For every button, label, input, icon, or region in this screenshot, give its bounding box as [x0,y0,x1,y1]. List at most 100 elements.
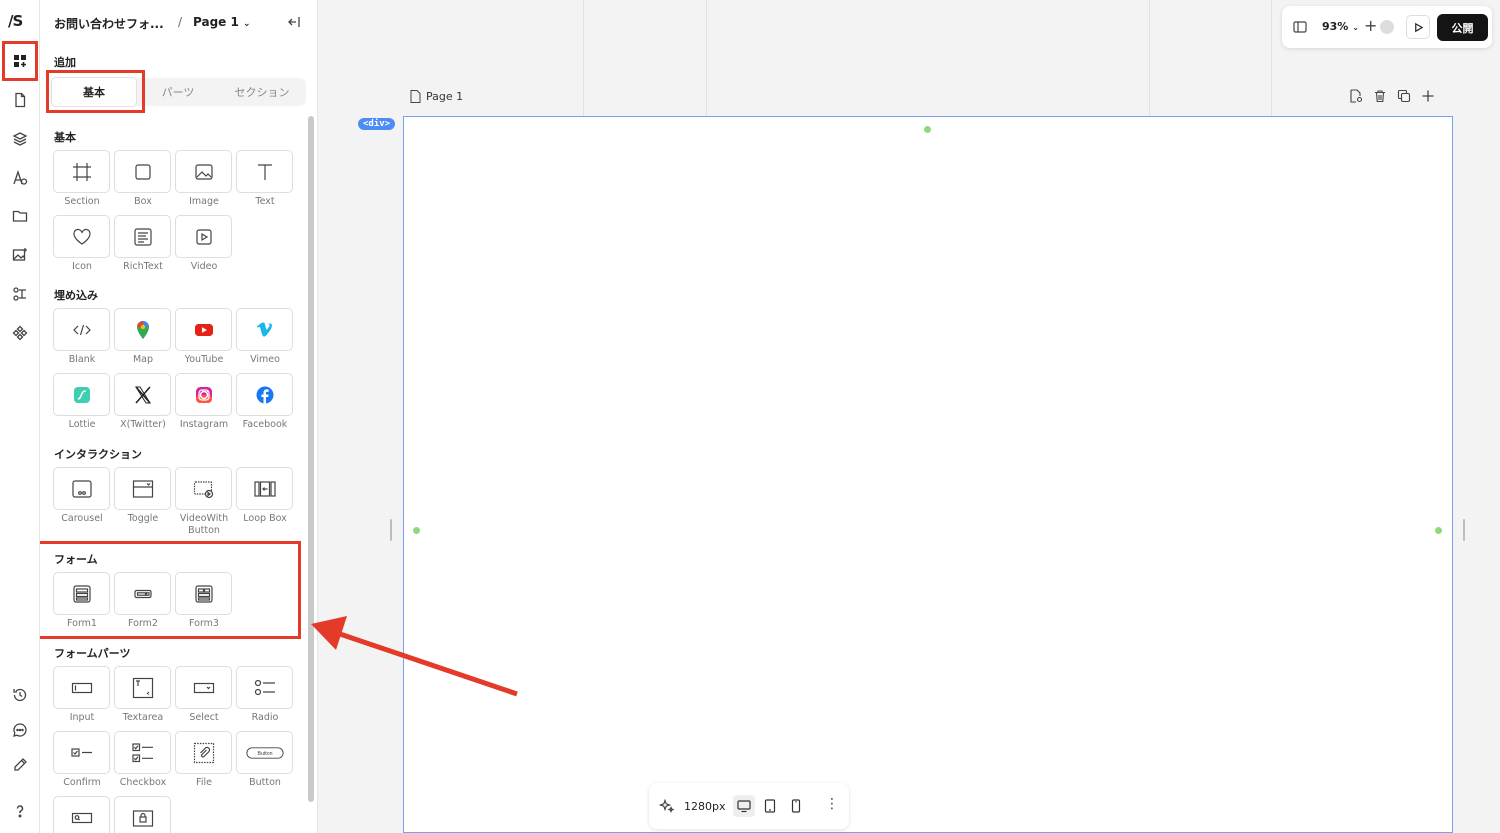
tile-label-box: Box [134,196,152,207]
duplicate-icon[interactable] [1396,88,1412,104]
help-icon[interactable] [6,797,34,825]
tile-toggle[interactable] [114,467,171,510]
tile-checkbox[interactable] [114,731,171,774]
resize-handle-right[interactable] [1435,527,1442,534]
tile-box[interactable] [114,150,171,193]
tab-parts[interactable]: パーツ [136,78,220,106]
resize-handle-top[interactable] [924,126,931,133]
mobile-icon [791,799,801,813]
zoom-level[interactable]: 93% ⌄ [1322,20,1359,33]
pencil-icon[interactable] [6,751,34,779]
tile-label-section: Section [64,196,100,207]
sidebar-toggle-icon[interactable] [1292,19,1308,35]
panel-scrollbar[interactable] [308,116,314,802]
resize-handle-left[interactable] [413,527,420,534]
radio-icon [254,679,275,695]
tile-file[interactable] [175,731,232,774]
media-icon[interactable] [6,241,34,269]
workflow-icon[interactable] [6,280,34,308]
pages-icon[interactable] [6,86,34,114]
map-pin-icon [136,320,149,339]
icon-rail: /S [0,0,40,833]
tab-sections[interactable]: セクション [220,78,304,106]
folder-icon[interactable] [6,202,34,230]
tile-label-select: Select [189,712,219,723]
page-frame[interactable] [403,116,1453,833]
sparkle-icon[interactable] [659,798,675,814]
tile-password[interactable] [114,796,171,833]
left-width-handle[interactable] [390,519,392,541]
vimeo-icon [256,321,272,337]
preview-button[interactable] [1406,15,1430,39]
tile-lottie[interactable] [53,373,110,416]
file-attach-icon [193,742,214,763]
add-page-icon[interactable] [1420,88,1436,104]
box-icon [134,163,151,180]
tile-label-icon: Icon [72,261,92,272]
tile-button[interactable]: Button [236,731,293,774]
desktop-view-button[interactable] [733,795,755,817]
invite-plus-icon[interactable]: + [1364,16,1377,35]
element-type-badge[interactable]: <div> [358,118,396,130]
tile-vimeo[interactable] [236,308,293,351]
column-guide [1271,0,1272,116]
richtext-icon [133,227,152,246]
tile-youtube[interactable] [175,308,232,351]
tile-instagram[interactable] [175,373,232,416]
tile-label-x-twitter: X(Twitter) [120,419,166,430]
layers-icon[interactable] [6,125,34,153]
tile-text[interactable] [236,150,293,193]
tile-confirm[interactable] [53,731,110,774]
tile-facebook[interactable] [236,373,293,416]
loop-box-icon [253,480,276,497]
tile-video[interactable] [175,215,232,258]
page-settings-icon[interactable] [1348,88,1364,104]
page-label[interactable]: Page 1 [410,90,463,103]
collapse-panel-icon[interactable] [286,14,302,30]
tile-select[interactable] [175,666,232,709]
tile-textarea[interactable] [114,666,171,709]
tile-label-blank: Blank [68,354,96,365]
tile-video-with-button[interactable] [175,467,232,510]
tile-label-input: Input [69,712,95,723]
add-elements-icon[interactable] [2,41,38,81]
document-title[interactable]: お問い合わせフォ... [54,15,164,32]
viewport-width[interactable]: 1280px [684,800,726,813]
tile-blank[interactable] [53,308,110,351]
typography-icon[interactable] [6,164,34,192]
column-guide [583,0,584,116]
publish-button[interactable]: 公開 [1437,14,1488,41]
tile-icon[interactable] [53,215,110,258]
mobile-view-button[interactable] [785,795,807,817]
tile-richtext[interactable] [114,215,171,258]
tile-carousel[interactable] [53,467,110,510]
tile-label-map: Map [132,354,154,365]
more-options-icon[interactable]: ⋮ [825,796,839,812]
right-width-handle[interactable] [1463,519,1465,541]
tile-loop-box[interactable] [236,467,293,510]
desktop-icon [737,800,751,813]
search-input-icon [71,812,92,823]
breadcrumb-separator: / [178,15,183,29]
lock-icon [132,809,153,827]
tile-section[interactable] [53,150,110,193]
avatar[interactable] [1378,18,1396,36]
tile-x-twitter[interactable] [114,373,171,416]
tablet-view-button[interactable] [759,795,781,817]
app-logo[interactable]: /S [8,12,23,30]
tile-search-input[interactable] [53,796,110,833]
comment-icon[interactable] [6,716,34,744]
code-icon [72,324,91,335]
trash-icon[interactable] [1372,88,1388,104]
tile-label-radio: Radio [251,712,279,723]
history-icon[interactable] [6,681,34,709]
components-icon[interactable] [6,319,34,347]
section-title-embed: 埋め込み [54,289,98,302]
tile-radio[interactable] [236,666,293,709]
page-selector[interactable]: Page 1 ⌄ [193,15,251,29]
tile-input[interactable] [53,666,110,709]
instagram-icon [195,386,212,403]
tile-map[interactable] [114,308,171,351]
tile-image[interactable] [175,150,232,193]
tile-label-toggle: Toggle [127,513,159,524]
